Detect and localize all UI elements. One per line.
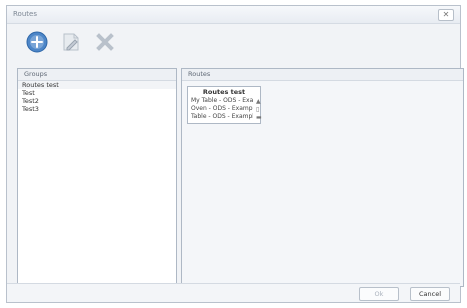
route-card-title: Routes test <box>202 88 246 96</box>
scroll-icon: ▯ <box>256 106 260 113</box>
routes-dialog: Routes ✕ Groups Routes test Test Test2 T… <box>6 5 464 303</box>
title-bar: Routes ✕ <box>7 6 460 24</box>
line-icon: ▬ <box>256 114 262 121</box>
toolbar <box>17 30 137 58</box>
route-item[interactable]: My Table - ODS - Example <box>191 97 253 105</box>
edit-button[interactable] <box>59 30 83 54</box>
delete-icon <box>96 33 114 51</box>
groups-header: Groups <box>18 69 176 81</box>
list-item[interactable]: Test3 <box>18 105 176 113</box>
window-title: Routes <box>13 10 37 18</box>
ok-button[interactable]: Ok <box>359 287 399 301</box>
plus-circle-icon <box>26 31 48 53</box>
list-item[interactable]: Routes test <box>18 81 176 89</box>
list-item[interactable]: Test2 <box>18 97 176 105</box>
dialog-footer: Ok Cancel <box>7 283 460 302</box>
list-item[interactable]: Test <box>18 89 176 97</box>
routes-header: Routes <box>182 69 463 81</box>
cancel-button[interactable]: Cancel <box>410 287 450 301</box>
route-item[interactable]: Table - ODS - Example <box>191 113 253 121</box>
up-icon: ▲ <box>256 98 261 105</box>
route-item[interactable]: Oven - ODS - Example <box>191 105 253 113</box>
close-button[interactable]: ✕ <box>438 9 454 21</box>
groups-panel: Groups Routes test Test Test2 Test3 <box>17 68 177 287</box>
groups-list: Routes test Test Test2 Test3 <box>18 81 176 113</box>
delete-button[interactable] <box>93 30 117 54</box>
edit-icon <box>63 33 79 51</box>
route-card[interactable]: Routes test My Table - ODS - Example ▲ O… <box>187 86 262 124</box>
add-button[interactable] <box>25 30 49 54</box>
routes-panel: Routes Routes test My Table - ODS - Exam… <box>181 68 464 287</box>
